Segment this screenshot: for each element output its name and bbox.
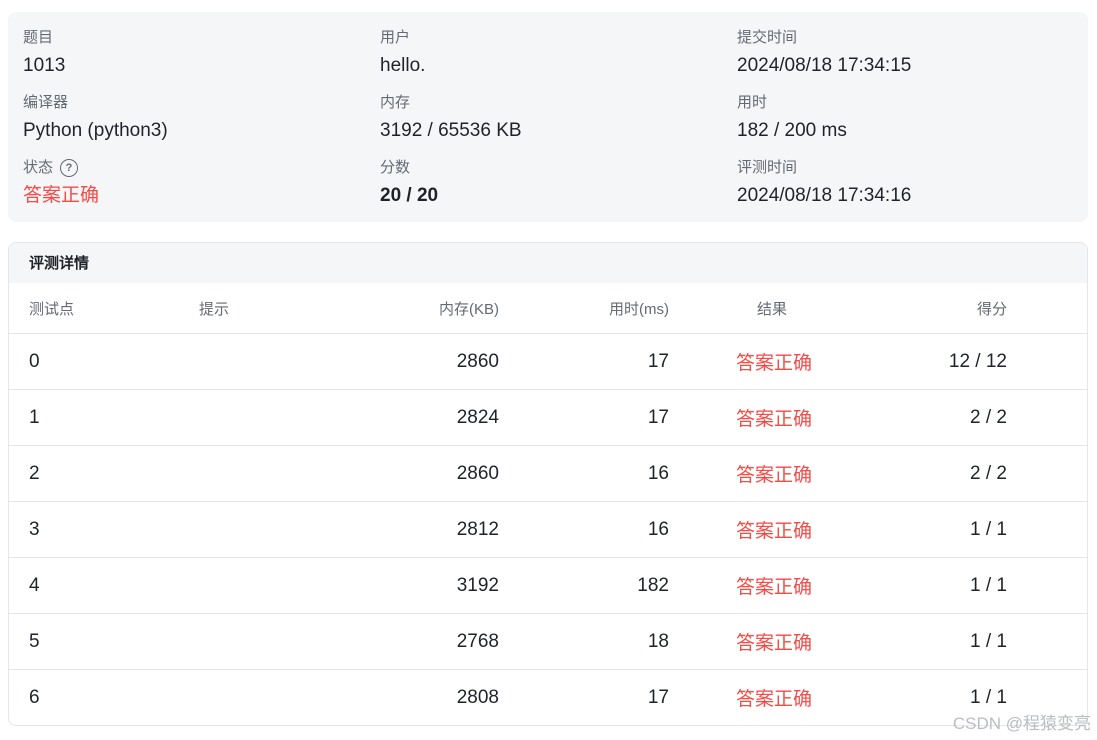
row-case: 2 [29, 462, 40, 484]
watermark: CSDN @程猿变亮 [952, 714, 1091, 733]
table-row: 3 2812 16 答案正确 1 / 1 [9, 502, 1087, 558]
time-label: 用时 [737, 94, 768, 111]
row-score: 1 / 1 [970, 574, 1007, 596]
score-label: 分数 [380, 159, 411, 176]
row-result: 答案正确 [736, 353, 813, 374]
row-result: 答案正确 [736, 577, 813, 598]
judge-time-value: 2024/08/18 17:34:16 [737, 185, 912, 206]
table-row: 2 2860 16 答案正确 2 / 2 [9, 446, 1087, 502]
score-value: 20 / 20 [380, 185, 439, 206]
row-memory: 3192 [456, 574, 499, 596]
question-circle-icon[interactable]: ? [60, 159, 79, 177]
header-score: 得分 [976, 300, 1007, 318]
header-hint: 提示 [199, 300, 230, 318]
row-memory: 2824 [456, 406, 499, 428]
row-score: 2 / 2 [970, 406, 1007, 428]
table-body: 0 2860 17 答案正确 12 / 12 1 2824 17 答案正确 2 … [9, 334, 1087, 725]
row-case: 6 [29, 686, 40, 708]
row-score: 12 / 12 [948, 350, 1007, 372]
row-time: 16 [647, 462, 669, 484]
info-submit-time: 提交时间 2024/08/18 17:34:15 [737, 28, 911, 78]
row-case: 0 [29, 350, 40, 372]
table-row: 6 2808 17 答案正确 1 / 1 [9, 670, 1087, 725]
header-memory: 内存(KB) [438, 300, 499, 318]
row-memory: 2860 [456, 462, 499, 484]
row-score: 2 / 2 [970, 462, 1007, 484]
row-score: 1 / 1 [970, 630, 1007, 652]
row-score: 1 / 1 [970, 518, 1007, 540]
row-time: 17 [647, 406, 669, 428]
user-label: 用户 [380, 29, 411, 46]
compiler-label: 编译器 [23, 94, 69, 111]
info-time: 用时 182 / 200 ms [737, 93, 847, 143]
compiler-value: Python (python3) [23, 120, 168, 141]
row-result: 答案正确 [736, 465, 813, 486]
submission-page: 题目 1013 用户 hello. 提交时间 2024/08/18 17:34:… [0, 0, 1097, 740]
submission-info-card: 题目 1013 用户 hello. 提交时间 2024/08/18 17:34:… [8, 12, 1088, 222]
header-time: 用时(ms) [609, 300, 669, 318]
row-result: 答案正确 [736, 689, 813, 710]
info-user: 用户 hello. [380, 28, 425, 78]
judge-details-card: 评测详情 测试点 提示 内存(KB) 用时(ms) 结果 得分 0 2860 1… [8, 242, 1088, 726]
row-result: 答案正确 [736, 633, 813, 654]
row-case: 5 [29, 630, 40, 652]
problem-label: 题目 [23, 29, 54, 46]
memory-value: 3192 / 65536 KB [380, 120, 522, 141]
table-header: 测试点 提示 内存(KB) 用时(ms) 结果 得分 [9, 283, 1087, 334]
table-row: 5 2768 18 答案正确 1 / 1 [9, 614, 1087, 670]
memory-label: 内存 [380, 94, 411, 111]
row-case: 1 [29, 406, 40, 428]
status-label-row: 状态 ? [23, 158, 99, 178]
row-memory: 2812 [456, 518, 499, 540]
header-result: 结果 [757, 300, 788, 318]
info-memory: 内存 3192 / 65536 KB [380, 93, 522, 143]
table-row: 4 3192 182 答案正确 1 / 1 [9, 558, 1087, 614]
header-case: 测试点 [29, 300, 75, 318]
row-time: 18 [647, 630, 669, 652]
table-row: 1 2824 17 答案正确 2 / 2 [9, 390, 1087, 446]
row-memory: 2808 [456, 686, 499, 708]
info-status: 状态 ? 答案正确 [23, 158, 99, 208]
row-result: 答案正确 [736, 409, 813, 430]
info-problem: 题目 1013 [23, 28, 65, 78]
status-value: 答案正确 [23, 185, 100, 206]
info-compiler: 编译器 Python (python3) [23, 93, 168, 143]
submit-time-label: 提交时间 [737, 29, 798, 46]
row-memory: 2860 [456, 350, 499, 372]
row-time: 16 [647, 518, 669, 540]
time-value: 182 / 200 ms [737, 120, 847, 141]
judge-details-title: 评测详情 [9, 243, 1087, 283]
problem-value[interactable]: 1013 [23, 54, 65, 78]
user-value[interactable]: hello. [380, 54, 425, 78]
row-time: 182 [637, 574, 669, 596]
submit-time-value: 2024/08/18 17:34:15 [737, 55, 912, 76]
row-result: 答案正确 [736, 521, 813, 542]
row-time: 17 [647, 350, 669, 372]
judge-time-label: 评测时间 [737, 159, 798, 176]
row-time: 17 [647, 686, 669, 708]
row-case: 4 [29, 574, 40, 596]
row-memory: 2768 [456, 630, 499, 652]
row-case: 3 [29, 518, 40, 540]
info-judge-time: 评测时间 2024/08/18 17:34:16 [737, 158, 911, 208]
status-label: 状态 [23, 159, 54, 176]
table-row: 0 2860 17 答案正确 12 / 12 [9, 334, 1087, 390]
info-score: 分数 20 / 20 [380, 158, 438, 208]
